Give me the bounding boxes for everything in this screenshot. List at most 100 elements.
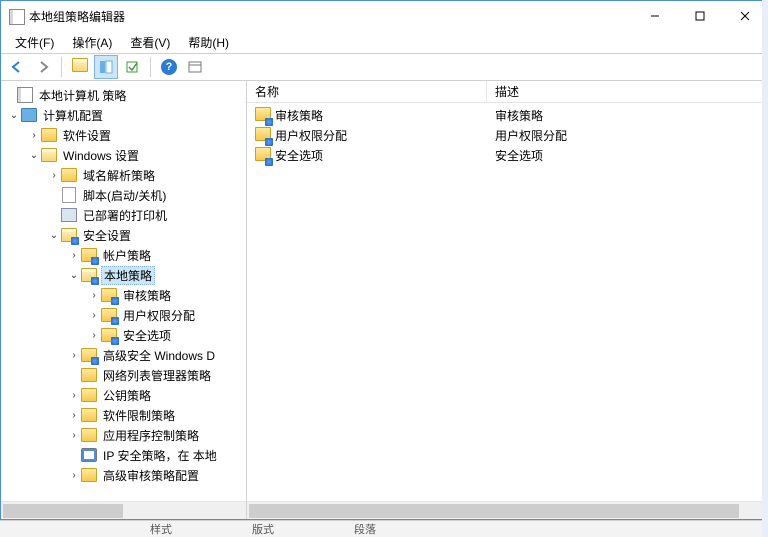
scrollbar-thumb[interactable] — [249, 504, 739, 518]
bg-label: 版式 — [252, 521, 274, 537]
app-icon — [9, 9, 23, 23]
twisty-open-icon[interactable]: ⌄ — [7, 110, 21, 121]
twisty-open-icon[interactable]: ⌄ — [67, 270, 81, 281]
minimize-button[interactable] — [632, 1, 677, 31]
tree-app-control[interactable]: › 应用程序控制策略 — [1, 425, 246, 445]
policy-folder-icon — [101, 307, 117, 323]
tree-label: 安全设置 — [81, 227, 133, 244]
twisty-closed-icon[interactable]: › — [67, 470, 81, 481]
list-item[interactable]: 用户权限分配 用户权限分配 — [247, 125, 767, 145]
tree-adv-firewall[interactable]: › 高级安全 Windows D — [1, 345, 246, 365]
folder-icon — [81, 467, 97, 483]
list-body[interactable]: 审核策略 审核策略 用户权限分配 用户权限分配 安全选项 安全选项 — [247, 103, 767, 501]
tree-local-policies[interactable]: ⌄ 本地策略 — [1, 265, 246, 285]
twisty-closed-icon[interactable]: › — [67, 250, 81, 261]
computer-icon — [21, 107, 37, 123]
tree-label: 审核策略 — [121, 287, 173, 304]
title-bar: 本地组策略编辑器 — [1, 1, 767, 31]
policy-folder-icon — [81, 267, 97, 283]
back-button[interactable] — [5, 55, 29, 79]
tree-label: Windows 设置 — [61, 147, 141, 164]
policy-folder-icon — [255, 127, 271, 144]
tree-srp[interactable]: › 软件限制策略 — [1, 405, 246, 425]
cell-desc: 审核策略 — [487, 107, 767, 124]
tree-scripts[interactable]: 脚本(启动/关机) — [1, 185, 246, 205]
list-item[interactable]: 审核策略 审核策略 — [247, 105, 767, 125]
scrollbar-thumb[interactable] — [3, 504, 123, 518]
twisty-closed-icon[interactable]: › — [87, 330, 101, 341]
body: 本地计算机 策略 ⌄ 计算机配置 › 软件设置 ⌄ Windows 设置 — [1, 81, 767, 519]
tree-adv-audit[interactable]: › 高级审核策略配置 — [1, 465, 246, 485]
forward-button[interactable] — [31, 55, 55, 79]
toolbar: ? — [1, 53, 767, 81]
column-header-desc[interactable]: 描述 — [487, 81, 767, 102]
tree-printers[interactable]: 已部署的打印机 — [1, 205, 246, 225]
tree-windows-settings[interactable]: ⌄ Windows 设置 — [1, 145, 246, 165]
cell-desc: 用户权限分配 — [487, 127, 767, 144]
toggle-tree-button[interactable] — [94, 55, 118, 79]
list-scrollbar-horizontal[interactable] — [247, 501, 767, 519]
list-item[interactable]: 安全选项 安全选项 — [247, 145, 767, 165]
tree-software-settings[interactable]: › 软件设置 — [1, 125, 246, 145]
tree-user-rights[interactable]: › 用户权限分配 — [1, 305, 246, 325]
tree-label: 帐户策略 — [101, 247, 153, 264]
console-icon — [17, 87, 33, 103]
tree-security-options[interactable]: › 安全选项 — [1, 325, 246, 345]
folder-icon — [72, 58, 88, 77]
policy-folder-icon — [81, 347, 97, 363]
tree-pane: 本地计算机 策略 ⌄ 计算机配置 › 软件设置 ⌄ Windows 设置 — [1, 81, 247, 519]
tree-label: 公钥策略 — [101, 387, 153, 404]
twisty-open-icon[interactable]: ⌄ — [27, 150, 41, 161]
tree-scrollbar-horizontal[interactable] — [1, 501, 246, 519]
tree-account-policies[interactable]: › 帐户策略 — [1, 245, 246, 265]
folder-open-icon — [41, 147, 57, 163]
ipsec-icon — [81, 447, 97, 463]
tree-label: 软件限制策略 — [101, 407, 177, 424]
export-list-button[interactable] — [120, 55, 144, 79]
bg-label: 段落 — [354, 521, 376, 537]
cell-name: 用户权限分配 — [275, 127, 347, 144]
twisty-closed-icon[interactable]: › — [67, 430, 81, 441]
twisty-closed-icon[interactable]: › — [27, 130, 41, 141]
menu-view[interactable]: 查看(V) — [122, 32, 178, 53]
help-icon: ? — [161, 59, 177, 75]
tree-root[interactable]: 本地计算机 策略 — [1, 85, 246, 105]
tree-audit-policy[interactable]: › 审核策略 — [1, 285, 246, 305]
tree-label: 软件设置 — [61, 127, 113, 144]
tree-security-settings[interactable]: ⌄ 安全设置 — [1, 225, 246, 245]
list-pane: 名称 描述 审核策略 审核策略 用户权限分配 用户权限分配 安全选项 安全选项 — [247, 81, 767, 519]
column-header-name[interactable]: 名称 — [247, 81, 487, 102]
policy-folder-icon — [81, 247, 97, 263]
tree-label: 域名解析策略 — [81, 167, 157, 184]
tree-name-resolution[interactable]: › 域名解析策略 — [1, 165, 246, 185]
help-button[interactable]: ? — [157, 55, 181, 79]
menu-file[interactable]: 文件(F) — [7, 32, 62, 53]
security-folder-icon — [61, 227, 77, 243]
properties-button[interactable] — [183, 55, 207, 79]
menu-help[interactable]: 帮助(H) — [180, 32, 237, 53]
tree-nlm[interactable]: 网络列表管理器策略 — [1, 365, 246, 385]
background-right-edge — [762, 0, 768, 537]
tree-computer-config[interactable]: ⌄ 计算机配置 — [1, 105, 246, 125]
tree-ipsec[interactable]: IP 安全策略，在 本地 — [1, 445, 246, 465]
maximize-button[interactable] — [677, 1, 722, 31]
twisty-closed-icon[interactable]: › — [47, 170, 61, 181]
up-button[interactable] — [68, 55, 92, 79]
menu-action[interactable]: 操作(A) — [64, 32, 120, 53]
twisty-closed-icon[interactable]: › — [67, 390, 81, 401]
twisty-closed-icon[interactable]: › — [67, 350, 81, 361]
policy-folder-icon — [101, 327, 117, 343]
menu-bar: 文件(F) 操作(A) 查看(V) 帮助(H) — [1, 31, 767, 53]
bg-label: 样式 — [150, 521, 172, 537]
tree-public-key[interactable]: › 公钥策略 — [1, 385, 246, 405]
twisty-closed-icon[interactable]: › — [87, 290, 101, 301]
background-window-peek: 样式 版式 段落 — [0, 520, 768, 537]
twisty-closed-icon[interactable]: › — [67, 410, 81, 421]
twisty-open-icon[interactable]: ⌄ — [47, 230, 61, 241]
folder-icon — [61, 167, 77, 183]
folder-icon — [81, 407, 97, 423]
policy-tree[interactable]: 本地计算机 策略 ⌄ 计算机配置 › 软件设置 ⌄ Windows 设置 — [1, 81, 246, 501]
close-button[interactable] — [722, 1, 767, 31]
twisty-closed-icon[interactable]: › — [87, 310, 101, 321]
policy-folder-icon — [101, 287, 117, 303]
